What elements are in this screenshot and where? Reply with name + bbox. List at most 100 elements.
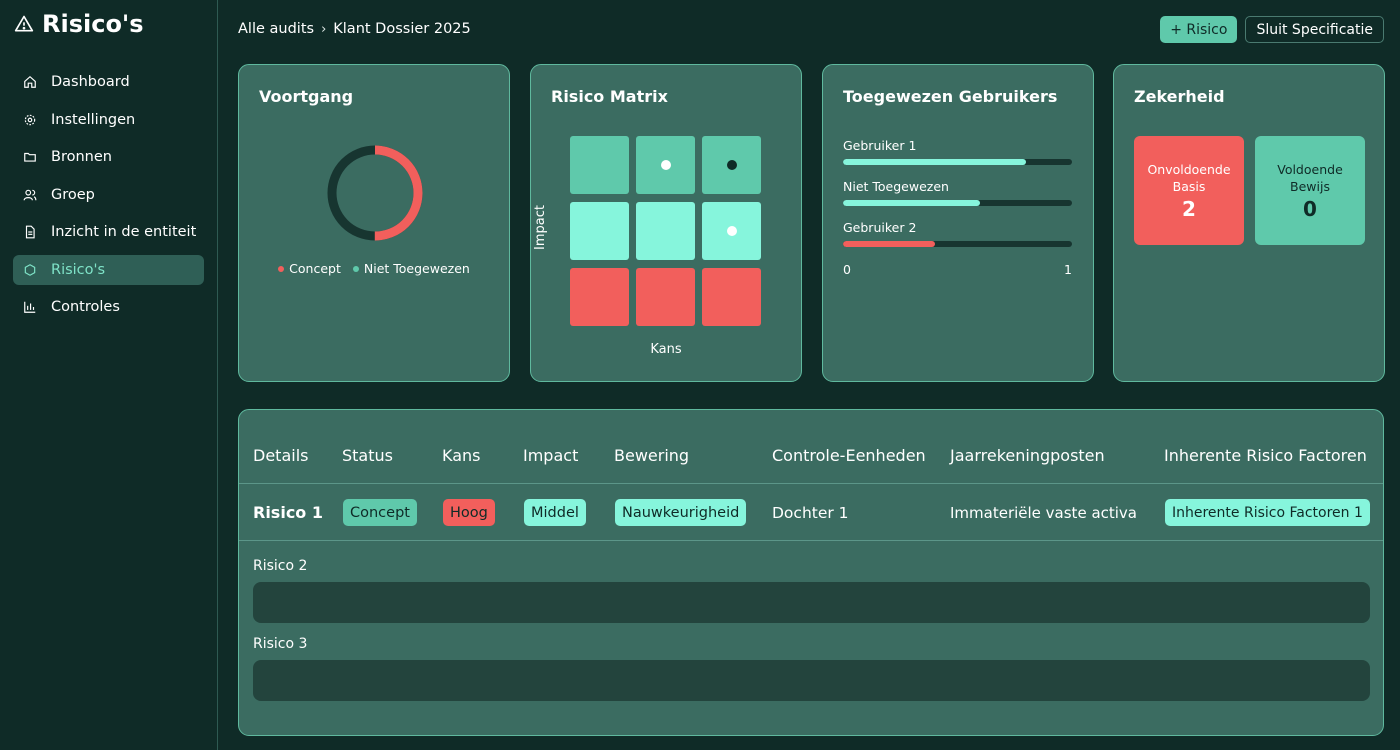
- column-header: Impact: [523, 446, 579, 465]
- app-title-text: Risico's: [42, 10, 144, 38]
- zekerheid-insufficient-box[interactable]: Onvoldoende Basis 2: [1134, 136, 1244, 245]
- sidebar: Risico's Dashboard Instellingen Bronnen …: [0, 0, 218, 750]
- user-bar-track: [843, 241, 1072, 247]
- top-actions: + Risico Sluit Specificatie: [1160, 16, 1384, 43]
- sidebar-item-groep[interactable]: Groep: [13, 180, 204, 210]
- kans-badge[interactable]: Hoog: [443, 499, 495, 526]
- sidebar-nav: Dashboard Instellingen Bronnen Groep Inz…: [13, 67, 204, 330]
- breadcrumb-parent-link[interactable]: Alle audits: [238, 21, 314, 37]
- sidebar-item-inzicht[interactable]: Inzicht in de entiteit: [13, 217, 204, 247]
- assigned-users-card: Toegewezen Gebruikers Gebruiker 1 Niet T…: [822, 64, 1094, 382]
- user-bar-fill: [843, 159, 1027, 165]
- user-bar-track: [843, 159, 1072, 165]
- matrix-cell[interactable]: [636, 136, 695, 194]
- risk-matrix-grid: [570, 136, 762, 328]
- breadcrumb-current: Klant Dossier 2025: [333, 21, 471, 37]
- donut-legend: Concept Niet Toegewezen: [239, 261, 509, 276]
- users-icon: [23, 189, 37, 200]
- risk-marker-dot[interactable]: [726, 226, 737, 236]
- risk-2-collapsed-row[interactable]: [253, 582, 1370, 623]
- card-title: Zekerheid: [1134, 87, 1225, 106]
- column-header: Inherente Risico Factoren: [1164, 446, 1367, 465]
- app-title: Risico's: [14, 8, 144, 40]
- matrix-cell[interactable]: [570, 268, 629, 326]
- risk-table-panel: Details Status Kans Impact Bewering Cont…: [238, 409, 1384, 736]
- user-row: Gebruiker 1: [843, 138, 1072, 165]
- column-header: Kans: [442, 446, 481, 465]
- sidebar-item-dashboard[interactable]: Dashboard: [13, 67, 204, 97]
- risk-3-collapsed-row[interactable]: [253, 660, 1370, 701]
- zekerheid-label: Onvoldoende Basis: [1147, 161, 1231, 194]
- legend-item: Niet Toegewezen: [352, 261, 470, 276]
- matrix-cell[interactable]: [636, 268, 695, 326]
- risk-2-label: Risico 2: [253, 558, 308, 574]
- matrix-cell[interactable]: [702, 136, 761, 194]
- factoren-cell: Inherente Risico Factoren 1: [1165, 498, 1370, 527]
- legend-dot-icon: [352, 265, 359, 272]
- add-risico-button[interactable]: + Risico: [1160, 16, 1238, 43]
- sidebar-item-label: Risico's: [51, 261, 106, 278]
- user-label: Gebruiker 2: [843, 220, 917, 235]
- user-row: Gebruiker 2: [843, 220, 1072, 247]
- user-scale: 0 1: [843, 262, 1072, 277]
- progress-donut: [327, 145, 423, 241]
- matrix-cell[interactable]: [702, 268, 761, 326]
- warning-icon: [14, 15, 34, 32]
- sidebar-item-label: Instellingen: [51, 111, 136, 128]
- risk-name[interactable]: Risico 1: [253, 498, 323, 527]
- close-specification-button[interactable]: Sluit Specificatie: [1245, 16, 1384, 43]
- impact-badge[interactable]: Middel: [524, 499, 586, 526]
- column-header: Jaarrekeningposten: [950, 446, 1105, 465]
- zekerheid-value: 0: [1303, 196, 1317, 221]
- risk-matrix-card: Risico Matrix Impact Kans: [530, 64, 802, 382]
- matrix-cell[interactable]: [570, 202, 629, 260]
- table-header: Details Status Kans Impact Bewering Cont…: [239, 410, 1383, 484]
- user-row: Niet Toegewezen: [843, 179, 1072, 206]
- kans-cell: Hoog: [443, 498, 495, 527]
- matrix-y-axis-label: Impact: [533, 205, 548, 250]
- scale-max: 1: [1064, 262, 1072, 277]
- shield-icon: [24, 263, 36, 276]
- sidebar-item-label: Controles: [51, 299, 120, 315]
- sidebar-item-controles[interactable]: Controles: [13, 292, 204, 322]
- matrix-cell[interactable]: [636, 202, 695, 260]
- matrix-x-axis-label: Kans: [650, 342, 682, 357]
- user-label: Niet Toegewezen: [843, 179, 949, 194]
- column-header: Controle-Eenheden: [772, 446, 926, 465]
- zekerheid-sufficient-box[interactable]: Voldoende Bewijs 0: [1255, 136, 1365, 245]
- legend-dot-icon: [278, 265, 285, 272]
- zekerheid-label: Voldoende Bewijs: [1277, 161, 1343, 194]
- table-row[interactable]: Risico 1 Concept Hoog Middel Nauwkeurigh…: [239, 484, 1383, 541]
- user-bar-fill: [843, 241, 935, 247]
- zekerheid-value: 2: [1182, 196, 1196, 221]
- breadcrumb-separator: ›: [321, 21, 327, 37]
- matrix-cell[interactable]: [570, 136, 629, 194]
- sidebar-item-bronnen[interactable]: Bronnen: [13, 142, 204, 172]
- sidebar-item-label: Bronnen: [51, 149, 112, 165]
- status-badge[interactable]: Concept: [343, 499, 417, 526]
- jaarrekening-cell: Immateriële vaste activa: [950, 503, 1137, 522]
- legend-label: Niet Toegewezen: [363, 261, 470, 276]
- card-title: Voortgang: [259, 87, 354, 106]
- voortgang-card: Voortgang Concept Niet Toegewezen: [238, 64, 510, 382]
- legend-item: Concept: [278, 261, 341, 276]
- card-title: Toegewezen Gebruikers: [843, 87, 1058, 106]
- factoren-badge[interactable]: Inherente Risico Factoren 1: [1165, 499, 1370, 526]
- sidebar-item-label: Dashboard: [51, 74, 130, 90]
- risk-marker-dot[interactable]: [726, 160, 737, 170]
- column-header: Details: [253, 446, 309, 465]
- matrix-cell[interactable]: [702, 202, 761, 260]
- bewering-badge[interactable]: Nauwkeurigheid: [615, 499, 747, 526]
- home-icon: [24, 75, 36, 88]
- controle-cell: Dochter 1: [772, 503, 849, 522]
- zekerheid-card: Zekerheid Onvoldoende Basis 2 Voldoende …: [1113, 64, 1385, 382]
- sidebar-item-label: Inzicht in de entiteit: [51, 224, 197, 240]
- column-header: Bewering: [614, 446, 690, 465]
- column-header: Status: [342, 446, 393, 465]
- risk-marker-dot[interactable]: [660, 160, 671, 170]
- sidebar-item-instellingen[interactable]: Instellingen: [13, 105, 204, 135]
- sidebar-item-risicos[interactable]: Risico's: [13, 254, 204, 285]
- gear-icon: [24, 114, 36, 125]
- scale-min: 0: [843, 262, 851, 277]
- user-bar-fill: [843, 200, 981, 206]
